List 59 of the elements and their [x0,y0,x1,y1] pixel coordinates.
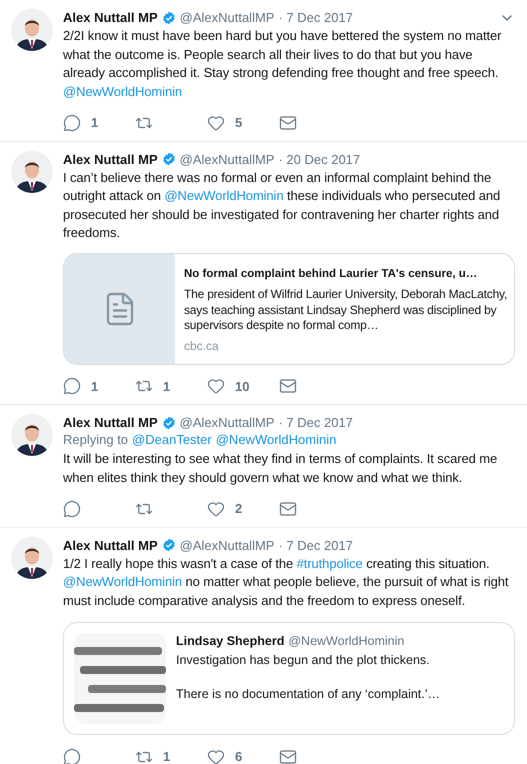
quoted-tweet-text: Investigation has begun and the plot thickens. There is no documentation of any ‘complaint.’… [176,652,440,703]
avatar[interactable] [11,150,53,192]
reply-button[interactable]: 1 [63,376,135,396]
envelope-icon [279,500,297,518]
message-button[interactable] [279,377,297,396]
heart-icon [207,500,225,518]
author-name[interactable]: Alex Nuttall MP [63,536,158,554]
mention-link[interactable]: @NewWorldHominin [63,84,182,98]
speech-bubble-icon [63,114,81,132]
speech-bubble-icon [63,377,81,396]
hashtag-link[interactable]: #truthpolice [296,556,363,570]
heart-icon [207,114,225,132]
envelope-icon [279,377,297,396]
tweet-text: I can’t believe there was no formal or even an informal complaint behind the outright attack on @NewWorldHominin these individuals who persecuted and prosecuted her should be investigated for contravening her charter rights and freedoms. [63,168,502,242]
tweet-text: It will be interesting to see what they find in terms of complaints. It scared me when elites think they should govern what we know and what we think. [63,450,498,487]
mention-link[interactable]: @DeanTester [132,431,212,449]
speech-bubble-icon [63,748,81,764]
avatar[interactable] [11,536,53,578]
author-name[interactable]: Alex Nuttall MP [63,150,158,168]
tweet-text: 1/2 I really hope this wasn't a case of the #truthpolice creating this situation. @NewWorldHominin no matter what people believe, the pursuit of what is right must include comparative analysis and the freedom to express oneself. [63,554,510,610]
message-button[interactable] [279,748,297,764]
quoted-author-handle: @NewWorldHominin [288,633,404,650]
link-card[interactable] [63,252,515,364]
mention-link[interactable]: @NewWorldHominin [164,188,284,203]
author-handle[interactable]: @AlexNuttallMP [180,536,274,554]
envelope-icon [279,114,297,132]
avatar[interactable] [11,414,53,456]
like-button[interactable]: 10 [207,376,279,396]
tweet-date[interactable]: · 7 Dec 2017 [278,414,353,431]
replying-to-label: Replying to [63,431,128,449]
quoted-author-name: Lindsay Shepherd [176,633,284,650]
tweet-date[interactable]: · 20 Dec 2017 [278,150,360,168]
avatar[interactable] [11,9,53,51]
mention-link[interactable]: @NewWorldHominin [63,574,182,589]
mention-link[interactable]: @NewWorldHominin [216,431,336,449]
like-button[interactable]: 6 [207,747,279,764]
author-handle[interactable]: @AlexNuttallMP [180,150,274,168]
heart-icon [207,748,225,764]
retweet-button[interactable]: 1 [135,376,207,396]
author-handle[interactable]: @AlexNuttallMP [180,414,274,431]
tweet-date[interactable]: · 7 Dec 2017 [278,9,353,26]
tweet-text: 2/2I know it must have been hard but you have bettered the system no matter what the outcome is. People search all their lives to do that but you have already accomplished it. Stay strong defending free thought and free speech. @NewWorldHominin [63,27,502,100]
message-button[interactable] [279,114,297,132]
author-name[interactable]: Alex Nuttall MP [63,9,158,26]
author-handle[interactable]: @AlexNuttallMP [180,9,274,26]
retweet-button[interactable]: 1 [135,747,207,764]
like-button[interactable]: 5 [207,113,279,132]
speech-bubble-icon [63,500,81,518]
like-button[interactable]: 2 [207,499,279,518]
tweet-date[interactable]: · 7 Dec 2017 [278,536,353,554]
author-name[interactable]: Alex Nuttall MP [63,414,158,431]
message-button[interactable] [279,500,297,518]
reply-button[interactable]: 1 [63,113,135,132]
heart-icon [207,377,225,396]
envelope-icon [279,748,297,764]
card-domain: cbc.ca [184,338,220,354]
quoted-tweet[interactable]: Lindsay Shepherd @NewWorldHominin Investigation has begun and the plot thickens. There is no documentation of any ‘complaint.’… [63,622,515,735]
card-title: No formal complaint behind Laurier TA's censure, u… [184,266,478,282]
card-description: The president of Wilfrid Laurier University, Deborah MacLatchy, says teaching assistant Lindsay Shepherd was disciplined by supervisors despite no formal comp… [184,287,508,334]
